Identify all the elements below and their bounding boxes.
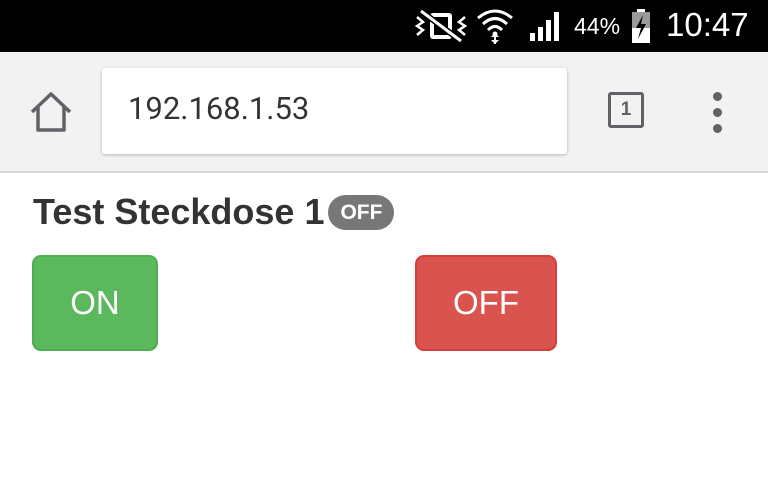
status-bar: 44% 10:47	[0, 0, 768, 52]
address-bar[interactable]: 192.168.1.53	[102, 68, 567, 154]
off-button[interactable]: OFF	[415, 255, 557, 351]
on-button[interactable]: ON	[32, 255, 158, 351]
url-text[interactable]: 192.168.1.53	[128, 90, 309, 127]
vibrate-mute-icon	[415, 0, 467, 52]
browser-toolbar: 192.168.1.53 1	[0, 52, 768, 173]
status-badge: OFF	[328, 194, 395, 230]
tab-switcher-button[interactable]: 1	[608, 92, 644, 128]
overflow-menu-icon[interactable]	[706, 92, 730, 134]
battery-percent: 44%	[574, 13, 621, 39]
battery-charging-icon	[630, 0, 652, 52]
wifi-icon	[476, 0, 514, 52]
page-content: Test Steckdose 1 OFF ON OFF	[0, 173, 768, 481]
clock: 10:47	[666, 6, 749, 43]
home-icon[interactable]	[28, 90, 74, 134]
page-title: Test Steckdose 1 OFF	[33, 191, 395, 233]
signal-icon	[528, 0, 564, 52]
page-title-text: Test Steckdose 1	[33, 191, 325, 232]
tab-count: 1	[620, 99, 632, 120]
